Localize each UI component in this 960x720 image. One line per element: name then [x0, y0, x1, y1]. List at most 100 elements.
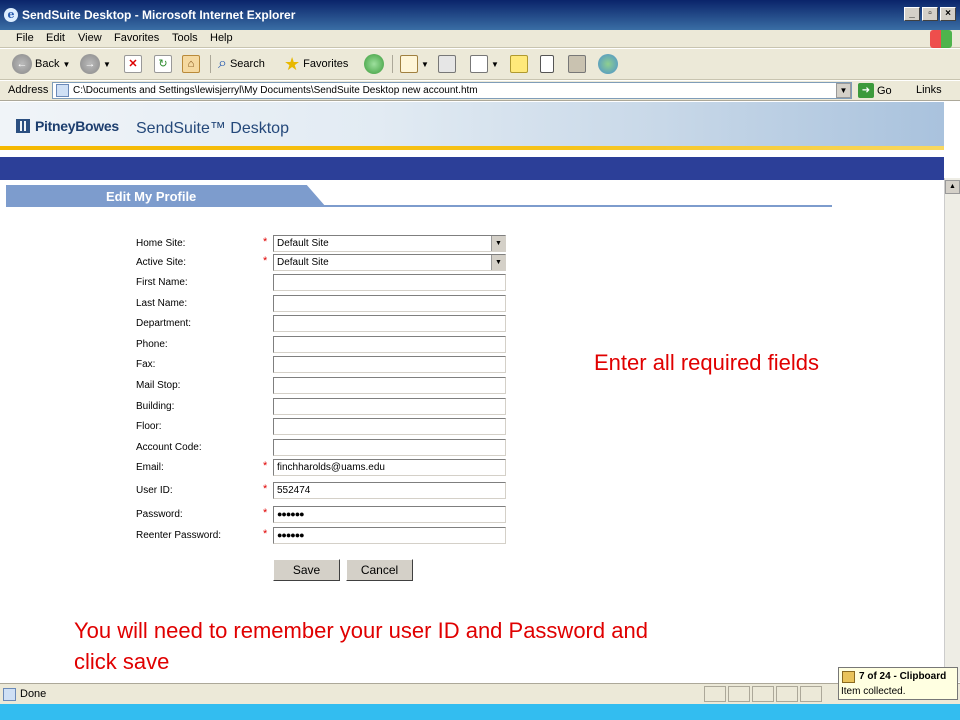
field-label: User ID: [136, 485, 173, 496]
history-button[interactable] [364, 53, 384, 75]
field-value: 552474 [277, 485, 311, 496]
favorites-button[interactable]: ★ Favorites [284, 53, 348, 75]
windows-logo-icon [930, 30, 952, 48]
ie-icon: e [4, 8, 18, 22]
scroll-up-button[interactable]: ▲ [945, 180, 960, 194]
pitney-bowes-logo: PitneyBowes [16, 118, 119, 134]
clipboard-icon [842, 671, 855, 683]
address-value: C:\Documents and Settings\lewisjerryl\My… [73, 85, 478, 96]
field-label: Floor: [136, 421, 162, 432]
department-input[interactable] [273, 315, 506, 332]
forward-arrow-icon: → [80, 54, 100, 74]
field-value: ●●●●●● [277, 530, 305, 540]
menu-tools[interactable]: Tools [172, 32, 198, 44]
dropdown-arrow-icon: ▼ [491, 59, 499, 69]
chevron-down-icon[interactable]: ▼ [491, 255, 505, 270]
brand-name: PitneyBowes [35, 118, 119, 134]
menu-file[interactable]: File [16, 32, 34, 44]
active-site-select[interactable]: Default Site ▼ [273, 254, 506, 271]
required-marker: * [263, 483, 268, 495]
user-id-input[interactable]: 552474 [273, 482, 506, 499]
menu-help[interactable]: Help [210, 32, 233, 44]
home-icon: ⌂ [182, 55, 200, 73]
research-icon [568, 55, 586, 73]
refresh-button[interactable]: ↻ [154, 53, 172, 75]
edit-button[interactable]: ▼ [470, 53, 499, 75]
required-marker: * [263, 236, 268, 248]
save-note-line-1: You will need to remember your user ID a… [74, 618, 648, 643]
minimize-button[interactable]: _ [904, 7, 920, 21]
maximize-button[interactable]: ▫ [922, 7, 938, 21]
building-input[interactable] [273, 398, 506, 415]
research-button[interactable] [568, 53, 586, 75]
back-label: Back [35, 58, 60, 70]
field-value: Default Site [277, 238, 329, 249]
save-button[interactable]: Save [273, 559, 340, 581]
chevron-down-icon[interactable]: ▼ [491, 236, 505, 251]
home-site-select[interactable]: Default Site ▼ [273, 235, 506, 252]
print-button[interactable] [438, 53, 456, 75]
account-code-input[interactable] [273, 439, 506, 456]
links-button[interactable]: Links [916, 84, 942, 96]
history-icon [364, 54, 384, 74]
window-title-bar: e SendSuite Desktop - Microsoft Internet… [0, 0, 960, 30]
field-label: Building: [136, 401, 175, 412]
last-name-input[interactable] [273, 295, 506, 312]
close-button[interactable]: × [940, 7, 956, 21]
field-label: Account Code: [136, 442, 202, 453]
forward-button[interactable]: → ▼ [80, 53, 111, 75]
menu-favorites[interactable]: Favorites [114, 32, 159, 44]
messenger-button[interactable] [598, 53, 618, 75]
phone-input[interactable] [273, 336, 506, 353]
field-label: Department: [136, 318, 192, 329]
address-dropdown-button[interactable]: ▼ [836, 83, 851, 98]
first-name-input[interactable] [273, 274, 506, 291]
field-label: Email: [136, 462, 164, 473]
fax-input[interactable] [273, 356, 506, 373]
cancel-button[interactable]: Cancel [346, 559, 413, 581]
password-input[interactable]: ●●●●●● [273, 506, 506, 523]
dropdown-arrow-icon: ▼ [103, 59, 111, 69]
field-value: finchharolds@uams.edu [277, 462, 385, 473]
device-button[interactable] [540, 53, 554, 75]
clipboard-notification[interactable]: 7 of 24 - Clipboard Item collected. [838, 667, 958, 700]
reenter-password-input[interactable]: ●●●●●● [273, 527, 506, 544]
messenger-icon [598, 54, 618, 74]
required-marker: * [263, 528, 268, 540]
go-button[interactable]: ➜ Go [858, 83, 892, 98]
section-divider [6, 205, 832, 207]
dropdown-arrow-icon: ▼ [421, 59, 429, 69]
status-pane [752, 686, 774, 702]
vertical-scrollbar[interactable]: ▲ [944, 178, 960, 682]
floor-input[interactable] [273, 418, 506, 435]
note-icon [510, 55, 528, 73]
mail-stop-input[interactable] [273, 377, 506, 394]
back-arrow-icon: ← [12, 54, 32, 74]
device-icon [540, 55, 554, 73]
status-pane [776, 686, 798, 702]
field-label: Mail Stop: [136, 380, 181, 391]
note-button[interactable] [510, 53, 528, 75]
menu-bar: File Edit View Favorites Tools Help [0, 30, 960, 48]
status-pane [704, 686, 726, 702]
back-button[interactable]: ← Back ▼ [12, 53, 70, 75]
address-input[interactable]: C:\Documents and Settings\lewisjerryl\My… [52, 82, 852, 99]
stop-icon: ✕ [124, 55, 142, 73]
product-name: SendSuite™ Desktop [136, 120, 289, 137]
mail-button[interactable]: ▼ [400, 53, 429, 75]
field-label: Password: [136, 509, 183, 520]
search-button[interactable]: ⌕ Search [218, 53, 265, 75]
nav-strip [0, 157, 944, 180]
required-fields-note: Enter all required fields [594, 350, 820, 375]
field-label: Last Name: [136, 298, 188, 309]
save-note-line-2: click save [74, 649, 170, 674]
toolbar-separator [210, 55, 211, 73]
email-input[interactable]: finchharolds@uams.edu [273, 459, 506, 476]
field-label: Home Site: [136, 238, 186, 249]
home-button[interactable]: ⌂ [182, 53, 200, 75]
taskbar-strip [0, 704, 960, 720]
stop-button[interactable]: ✕ [124, 53, 142, 75]
menu-edit[interactable]: Edit [46, 32, 65, 44]
menu-view[interactable]: View [78, 32, 102, 44]
address-label: Address [8, 84, 49, 96]
